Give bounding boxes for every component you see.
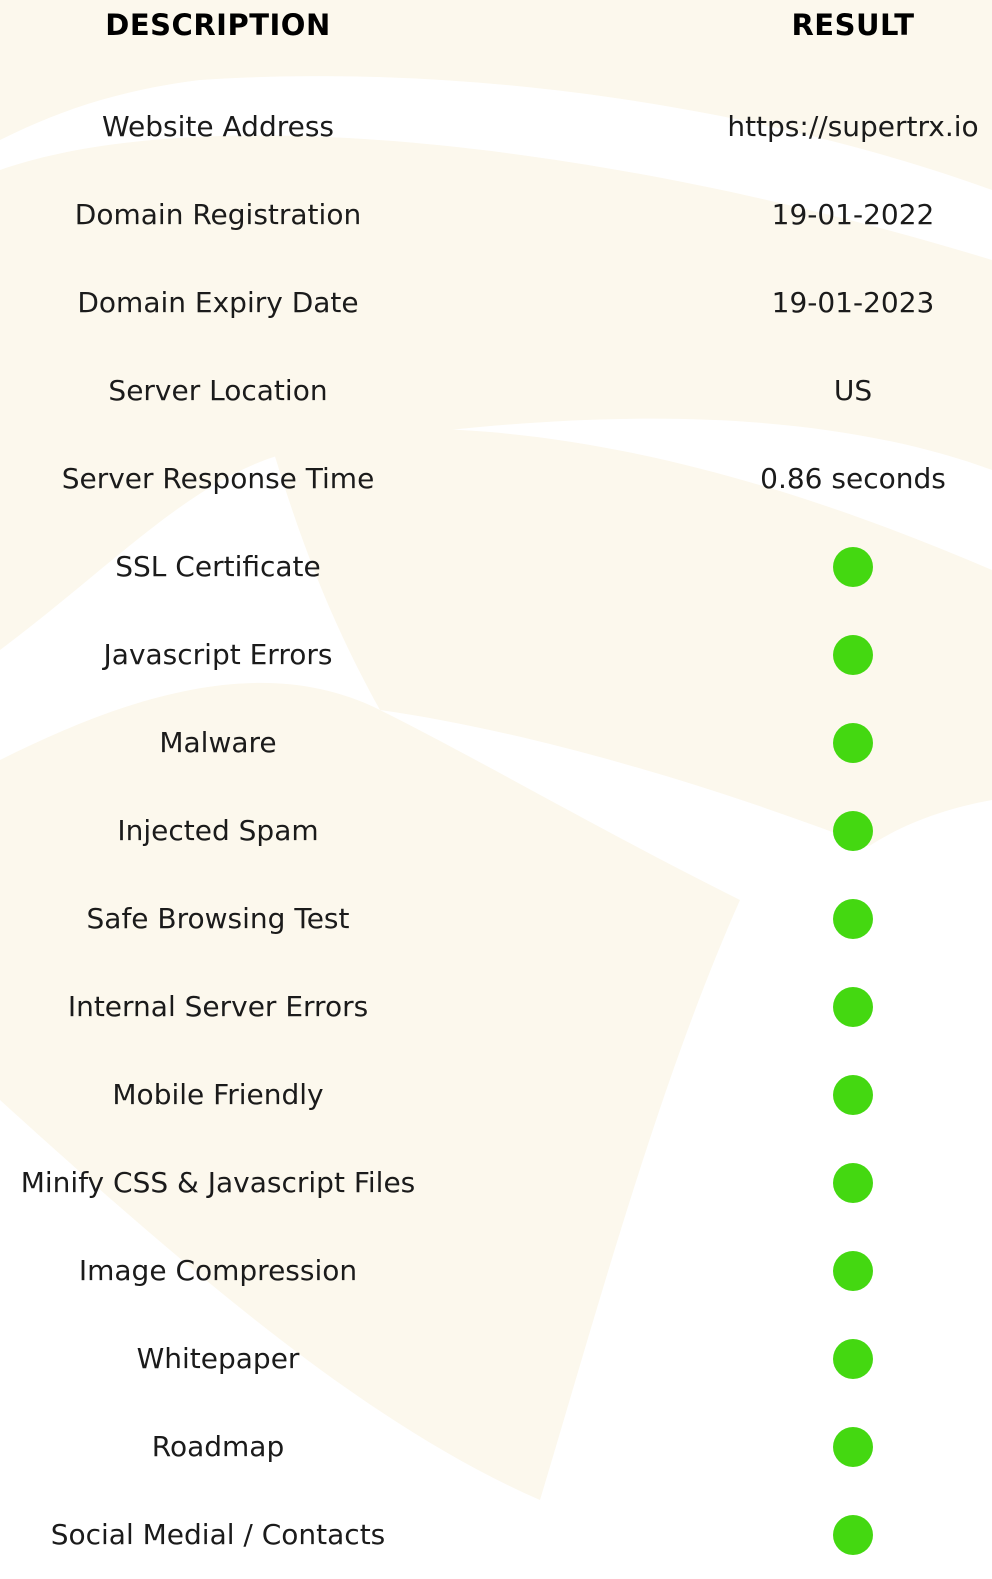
pass-status-dot-icon (833, 811, 873, 851)
row-description: Server Response Time (61, 462, 375, 495)
table-row: Internal Server Errors (0, 963, 992, 1051)
pass-status-dot-icon (833, 1339, 873, 1379)
row-description: Website Address (101, 110, 335, 143)
table-row: Server Response Time 0.86 seconds (0, 435, 992, 523)
row-description: Javascript Errors (103, 638, 333, 671)
table-row: Website Address https://supertrx.io (0, 83, 992, 171)
result-column-header: RESULT (791, 8, 915, 42)
table-row: Minify CSS & Javascript Files (0, 1139, 992, 1227)
table-body: Website Address https://supertrx.io Domain… (0, 83, 992, 1579)
row-description: SSL Certificate (115, 550, 321, 583)
table-row: Domain Registration 19-01-2022 (0, 171, 992, 259)
row-result-value: 19-01-2022 (771, 198, 935, 231)
table-row: SSL Certificate (0, 523, 992, 611)
table-row: Domain Expiry Date 19-01-2023 (0, 259, 992, 347)
row-description: Social Medial / Contacts (50, 1518, 386, 1551)
pass-status-dot-icon (833, 547, 873, 587)
table-row: Server Location US (0, 347, 992, 435)
pass-status-dot-icon (833, 1515, 873, 1555)
row-result-value: US (833, 374, 873, 407)
row-description: Roadmap (151, 1430, 285, 1463)
row-result-value: https://supertrx.io (727, 110, 979, 143)
table-row: Malware (0, 699, 992, 787)
description-column-header: DESCRIPTION (105, 8, 331, 42)
row-description: Injected Spam (117, 814, 319, 847)
table-row: Javascript Errors (0, 611, 992, 699)
table-row: Image Compression (0, 1227, 992, 1315)
table-header: DESCRIPTION RESULT (0, 0, 992, 56)
pass-status-dot-icon (833, 987, 873, 1027)
pass-status-dot-icon (833, 1251, 873, 1291)
row-description: Malware (159, 726, 277, 759)
row-description: Mobile Friendly (112, 1078, 324, 1111)
row-description: Minify CSS & Javascript Files (20, 1166, 416, 1199)
row-description: Domain Registration (74, 198, 362, 231)
row-description: Whitepaper (136, 1342, 300, 1375)
audit-results-table: DESCRIPTION RESULT Website Address https:… (0, 0, 992, 1555)
table-row: Roadmap (0, 1403, 992, 1491)
row-description: Image Compression (78, 1254, 358, 1287)
row-description: Domain Expiry Date (77, 286, 359, 319)
table-row: Injected Spam (0, 787, 992, 875)
table-row: Safe Browsing Test (0, 875, 992, 963)
row-description: Server Location (108, 374, 328, 407)
row-result-value: 0.86 seconds (760, 462, 946, 495)
row-description: Safe Browsing Test (86, 902, 350, 935)
row-description: Internal Server Errors (67, 990, 369, 1023)
table-row: Mobile Friendly (0, 1051, 992, 1139)
pass-status-dot-icon (833, 899, 873, 939)
table-row: Social Medial / Contacts (0, 1491, 992, 1579)
row-result-value: 19-01-2023 (771, 286, 935, 319)
pass-status-dot-icon (833, 1075, 873, 1115)
table-row: Whitepaper (0, 1315, 992, 1403)
pass-status-dot-icon (833, 635, 873, 675)
pass-status-dot-icon (833, 723, 873, 763)
pass-status-dot-icon (833, 1163, 873, 1203)
pass-status-dot-icon (833, 1427, 873, 1467)
